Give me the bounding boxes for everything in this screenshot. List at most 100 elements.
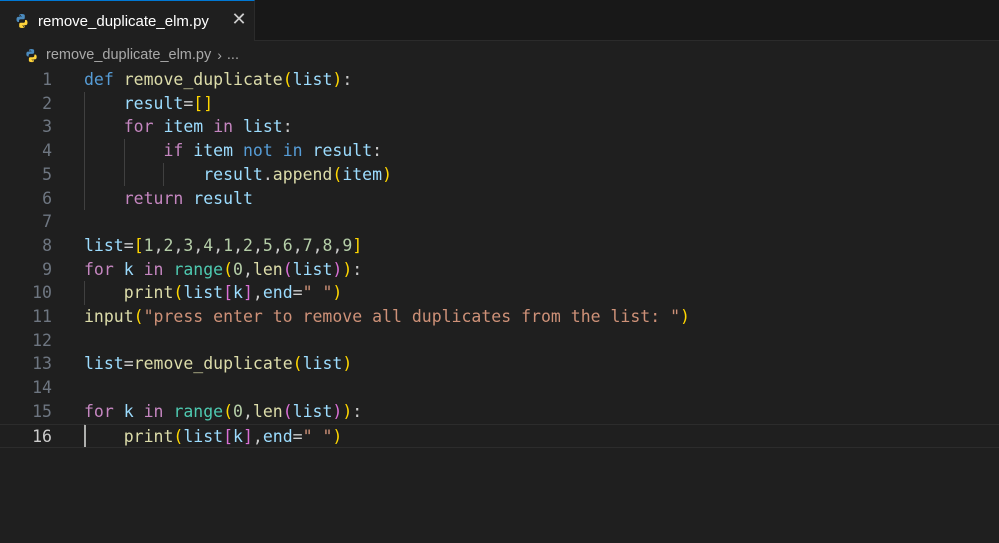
code-line[interactable]: 2 result=[] <box>0 92 999 116</box>
line-number: 10 <box>32 283 52 303</box>
code-text: result.append(item) <box>84 163 392 187</box>
tab-remove-duplicate-elm[interactable]: remove_duplicate_elm.py ✕ <box>0 0 255 41</box>
code-line[interactable]: 14 <box>0 376 999 400</box>
code-line[interactable]: 13 list=remove_duplicate(list) <box>0 352 999 376</box>
code-line[interactable]: 4 if item not in result: <box>0 139 999 163</box>
code-token: ] <box>242 426 253 446</box>
code-token: , <box>292 235 303 255</box>
code-token: 9 <box>342 235 353 255</box>
code-token: range <box>173 259 224 279</box>
code-text: for item in list: <box>84 115 293 139</box>
code-token: ] <box>242 283 253 303</box>
code-token: 2 <box>243 235 253 255</box>
code-line[interactable]: 8 list=[1,2,3,4,1,2,5,6,7,8,9] <box>0 234 999 258</box>
code-line[interactable]: 3 for item in list: <box>0 115 999 139</box>
line-number: 13 <box>32 354 52 374</box>
code-token: "press enter to remove all duplicates fr… <box>143 307 681 326</box>
code-text: print(list[k],end=" ") <box>84 425 343 449</box>
code-line[interactable]: 6 return result <box>0 187 999 211</box>
code-token: if <box>163 141 184 161</box>
code-token: 1 <box>223 235 234 255</box>
code-token: in <box>282 141 303 161</box>
code-token: ( <box>223 259 234 279</box>
indent-guide <box>163 162 165 187</box>
tab-bar: remove_duplicate_elm.py ✕ <box>0 0 999 41</box>
line-number: 5 <box>42 164 52 184</box>
code-token: list <box>183 426 224 446</box>
breadcrumb: remove_duplicate_elm.py › ... <box>0 41 999 69</box>
code-token: , <box>242 259 253 279</box>
line-number: 7 <box>42 212 52 232</box>
code-token: ) <box>342 259 353 279</box>
code-token: . <box>262 164 273 184</box>
code-line[interactable]: 7 <box>0 210 999 234</box>
code-token: , <box>252 426 263 446</box>
code-token: range <box>173 401 224 421</box>
code-token: len <box>252 259 283 279</box>
code-text: list=[1,2,3,4,1,2,5,6,7,8,9] <box>84 234 362 258</box>
indent-guide <box>123 139 125 187</box>
code-token: ) <box>342 354 353 374</box>
code-token: 6 <box>282 235 293 255</box>
tab-label: remove_duplicate_elm.py <box>38 12 209 30</box>
code-line[interactable]: 16 print(list[k],end=" ") <box>0 423 999 449</box>
code-token: : <box>352 259 363 279</box>
code-text: result=[] <box>84 92 213 116</box>
code-token: ( <box>133 307 144 326</box>
code-token: : <box>342 70 353 89</box>
code-token: ] <box>352 235 363 255</box>
code-line[interactable]: 11 input("press enter to remove all dupli… <box>0 305 999 329</box>
breadcrumb-file[interactable]: remove_duplicate_elm.py <box>46 47 211 63</box>
code-token: ) <box>332 401 343 421</box>
code-token: ( <box>282 70 293 89</box>
code-token: result <box>312 141 373 161</box>
code-token: result <box>123 93 184 113</box>
chevron-right-icon: › <box>217 47 222 63</box>
line-number: 4 <box>42 141 52 161</box>
code-token: ) <box>332 283 343 303</box>
code-line[interactable]: 15 for k in range(0,len(list)): <box>0 400 999 424</box>
breadcrumb-symbols[interactable]: ... <box>227 47 239 63</box>
code-line[interactable]: 5 result.append(item) <box>0 163 999 187</box>
code-token: list <box>292 70 333 89</box>
code-token: : <box>352 401 363 421</box>
code-token: , <box>193 235 204 255</box>
code-editor[interactable]: 1 def remove_duplicate(list): 2 result=[] 3… <box>0 68 999 543</box>
code-line[interactable]: 10 print(list[k],end=" ") <box>0 281 999 305</box>
code-token: remove_duplicate <box>123 70 283 89</box>
code-token: 0 <box>233 401 243 421</box>
code-token: , <box>252 283 263 303</box>
python-file-icon <box>16 14 28 28</box>
python-file-icon <box>26 48 37 62</box>
code-token: item <box>193 141 234 161</box>
code-token: , <box>312 235 323 255</box>
code-line[interactable]: 9 for k in range(0,len(list)): <box>0 258 999 282</box>
code-token: : <box>372 141 383 161</box>
code-line[interactable]: 12 <box>0 329 999 353</box>
code-token: in <box>143 401 164 421</box>
code-token: 2 <box>163 235 174 255</box>
close-icon[interactable]: ✕ <box>228 9 250 31</box>
code-token: , <box>272 235 283 255</box>
code-token: , <box>332 235 343 255</box>
code-token: , <box>233 235 243 255</box>
code-text: if item not in result: <box>84 139 382 163</box>
code-token: 7 <box>302 235 313 255</box>
code-token: ( <box>292 354 303 374</box>
code-line[interactable]: 1 def remove_duplicate(list): <box>0 68 999 92</box>
code-token: k <box>233 283 243 303</box>
code-token: = <box>123 235 134 255</box>
code-token: not <box>242 141 273 161</box>
code-token: list <box>84 354 124 374</box>
line-number: 8 <box>42 235 52 255</box>
code-text: list=remove_duplicate(list) <box>84 352 352 376</box>
